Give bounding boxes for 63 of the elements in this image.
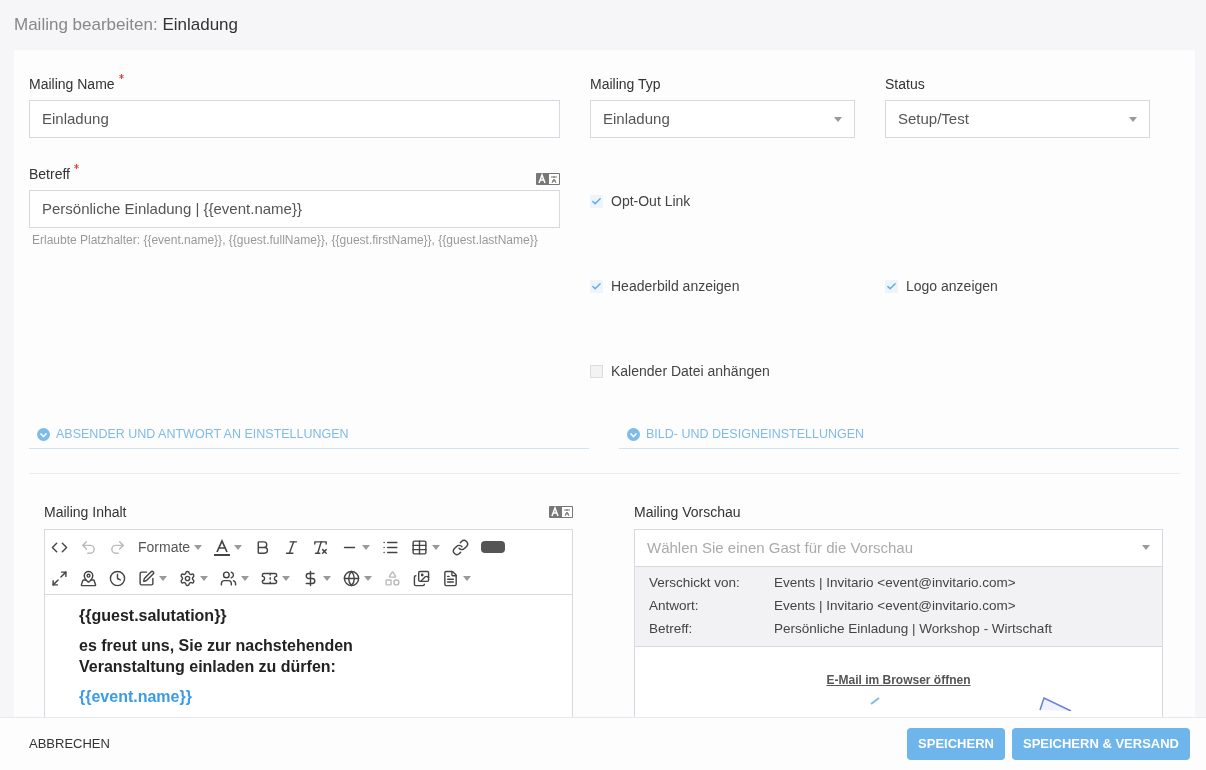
checkbox-label: Opt-Out Link — [611, 192, 691, 211]
caret-icon — [159, 575, 167, 581]
checkbox-label: Headerbild anzeigen — [611, 277, 740, 296]
caret-icon — [364, 575, 372, 581]
meta-label: Verschickt von: — [649, 573, 741, 592]
field-label: Status — [885, 75, 925, 94]
field-label: Mailing Vorschau — [634, 502, 742, 522]
cancel-button[interactable]: ABBRECHEN — [29, 734, 110, 754]
map-icon[interactable] — [80, 569, 97, 587]
checkbox-label: Kalender Datei anhängen — [611, 362, 770, 381]
clock-icon[interactable] — [109, 569, 126, 587]
caret-icon — [1129, 116, 1137, 122]
caret-icon — [200, 575, 208, 581]
caret-icon — [362, 544, 371, 550]
input-field[interactable]: Persönliche Einladung | {{event.name}} — [29, 190, 560, 228]
edit-icon[interactable] — [138, 569, 155, 587]
caret-icon — [241, 575, 249, 581]
illustration-drawing — [1038, 696, 1072, 711]
fullscreen-icon[interactable] — [51, 569, 68, 587]
illustration-drawing — [870, 696, 880, 705]
globe-icon[interactable] — [343, 569, 360, 587]
page-title: Mailing bearbeiten: Einladung — [14, 14, 238, 37]
translate-icon[interactable] — [536, 173, 560, 185]
hint-text: Erlaubte Platzhalter: {{event.name}}, {{guest.fullName}}, {{guest.firstName}}, {{guest.lastName}} — [31, 232, 539, 249]
link-icon[interactable] — [452, 538, 470, 556]
caret-icon — [834, 116, 842, 122]
field-label: Mailing Typ — [590, 75, 661, 94]
users-icon[interactable] — [220, 569, 237, 587]
pdf-icon[interactable] — [442, 569, 459, 587]
caret-icon — [432, 544, 441, 550]
caret-icon — [323, 575, 331, 581]
checkbox[interactable] — [590, 365, 603, 378]
clear-format-icon[interactable] — [312, 538, 330, 556]
dropdown[interactable]: Einladung — [590, 100, 855, 138]
caret-icon — [463, 575, 471, 581]
browser-link[interactable]: E-Mail im Browser öffnen — [826, 670, 971, 689]
paragraph: es freut uns, Sie zur nachstehenden Veranstaltung einladen zu dürfen: — [79, 635, 354, 677]
settings-icon[interactable] — [179, 569, 196, 587]
meta-value: Events | Invitario <event@invitario.com> — [774, 573, 1016, 592]
field-label: Mailing Inhalt — [44, 502, 127, 522]
input-field[interactable]: Einladung — [29, 100, 560, 138]
dropdown[interactable]: Setup/Test — [885, 100, 1150, 138]
chevron-circle-icon — [37, 427, 50, 441]
images-icon[interactable] — [413, 569, 430, 587]
caret-icon — [1142, 545, 1150, 551]
paragraph: {{guest.salutation}} — [79, 605, 228, 626]
meta-value: Events | Invitario <event@invitario.com> — [774, 597, 1016, 615]
table-icon[interactable] — [411, 538, 429, 556]
field-label: Betreff — [29, 165, 70, 184]
meta-label: Antwort: — [649, 597, 700, 615]
caret-icon — [282, 575, 290, 581]
format-dropdown[interactable]: Formate — [132, 536, 209, 558]
meta-label: Betreff: — [649, 620, 694, 639]
checkbox-label: Logo anzeigen — [906, 277, 998, 296]
placeholder-text: {{event.name}} — [79, 686, 193, 707]
meta-value: Persönliche Einladung | Workshop - Wirtschaft — [774, 620, 1052, 639]
font-color-icon[interactable] — [214, 538, 231, 556]
caret-icon — [194, 544, 203, 550]
caret-icon — [234, 544, 243, 550]
translate-icon[interactable] — [549, 506, 573, 519]
color-swatch[interactable] — [481, 541, 506, 554]
chevron-circle-icon — [627, 427, 640, 441]
field-label: Mailing Name — [29, 75, 115, 94]
